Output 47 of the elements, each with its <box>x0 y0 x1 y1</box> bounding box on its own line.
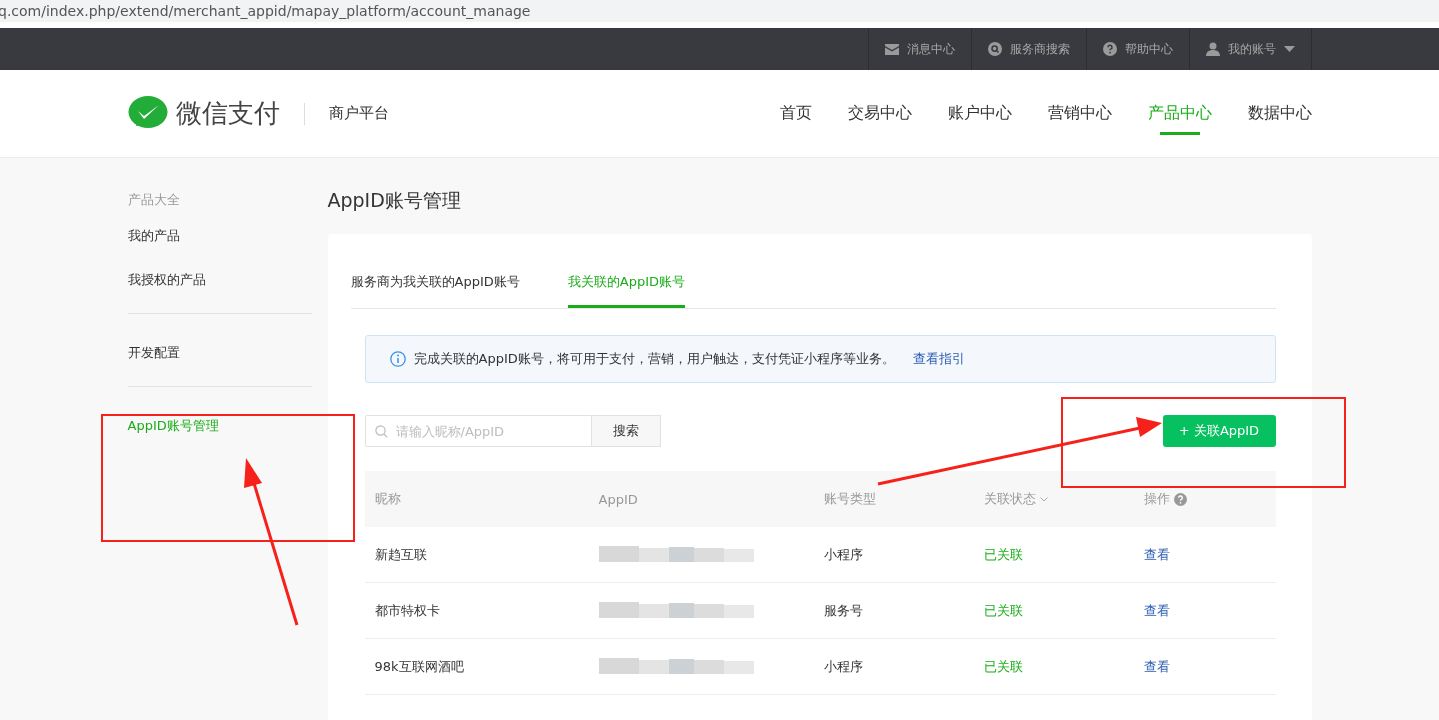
top-bar-link[interactable]: 我的账号 <box>1227 40 1276 58</box>
sidebar-item[interactable]: 开发配置 <box>127 344 312 362</box>
person-icon <box>1205 42 1220 56</box>
table-cell: 都市特权卡 <box>374 601 440 620</box>
guide-link[interactable]: 查看指引 <box>912 350 965 368</box>
top-bar-link[interactable]: 消息中心 <box>906 40 955 58</box>
info-icon <box>389 351 406 367</box>
view-link[interactable]: 查看 <box>1143 545 1170 564</box>
logo-text: 微信支付 <box>175 97 280 130</box>
column-header: 关联状态 <box>983 490 1036 508</box>
table-cell: 小程序 <box>823 545 863 564</box>
sidebar-item[interactable]: 我授权的产品 <box>127 271 312 289</box>
help-icon[interactable] <box>1173 492 1187 506</box>
view-link[interactable]: 查看 <box>1143 657 1170 676</box>
table-cell: 新趋互联 <box>374 545 427 564</box>
table-cell: 小程序 <box>823 657 863 676</box>
search-field[interactable]: 请输入昵称/AppID <box>364 415 592 447</box>
column-header: 操作 <box>1143 490 1170 508</box>
column-header: AppID <box>598 491 638 507</box>
nav-tab[interactable]: 首页 <box>779 70 812 157</box>
nav-tab[interactable]: 交易中心 <box>847 70 912 157</box>
search-icon <box>374 425 388 438</box>
mail-icon <box>884 43 899 55</box>
status-text: 已关联 <box>983 601 1023 620</box>
top-bar-link[interactable]: 帮助中心 <box>1124 40 1173 58</box>
table-cell: 98k互联网酒吧 <box>374 657 464 676</box>
sidebar-heading: 产品大全 <box>127 191 181 209</box>
search-icon <box>987 42 1002 56</box>
sidebar-item[interactable]: 我的产品 <box>127 227 312 245</box>
platform-name: 商户平台 <box>328 104 389 123</box>
notice-text: 完成关联的AppID账号，将可用于支付，营销，用户触达，支付凭证小程序等业务。 <box>413 350 895 368</box>
view-link[interactable]: 查看 <box>1143 601 1170 620</box>
nav-tab[interactable]: 账户中心 <box>947 70 1012 157</box>
help-icon <box>1102 42 1117 56</box>
tab[interactable]: 服务商为我关联的AppID账号 <box>350 273 520 308</box>
column-header: 账号类型 <box>823 490 876 508</box>
page-title: AppID账号管理 <box>327 188 462 213</box>
caret-icon <box>1283 46 1295 52</box>
search-button[interactable]: 搜索 <box>591 415 661 447</box>
top-bar-link[interactable]: 服务商搜索 <box>1009 40 1070 58</box>
nav-tab[interactable]: 营销中心 <box>1047 70 1112 157</box>
nav-tab[interactable]: 数据中心 <box>1247 70 1312 157</box>
table-cell: 服务号 <box>823 601 863 620</box>
column-header: 昵称 <box>374 490 401 508</box>
chevron-icon[interactable] <box>1039 496 1048 502</box>
status-text: 已关联 <box>983 545 1023 564</box>
status-text: 已关联 <box>983 657 1023 676</box>
